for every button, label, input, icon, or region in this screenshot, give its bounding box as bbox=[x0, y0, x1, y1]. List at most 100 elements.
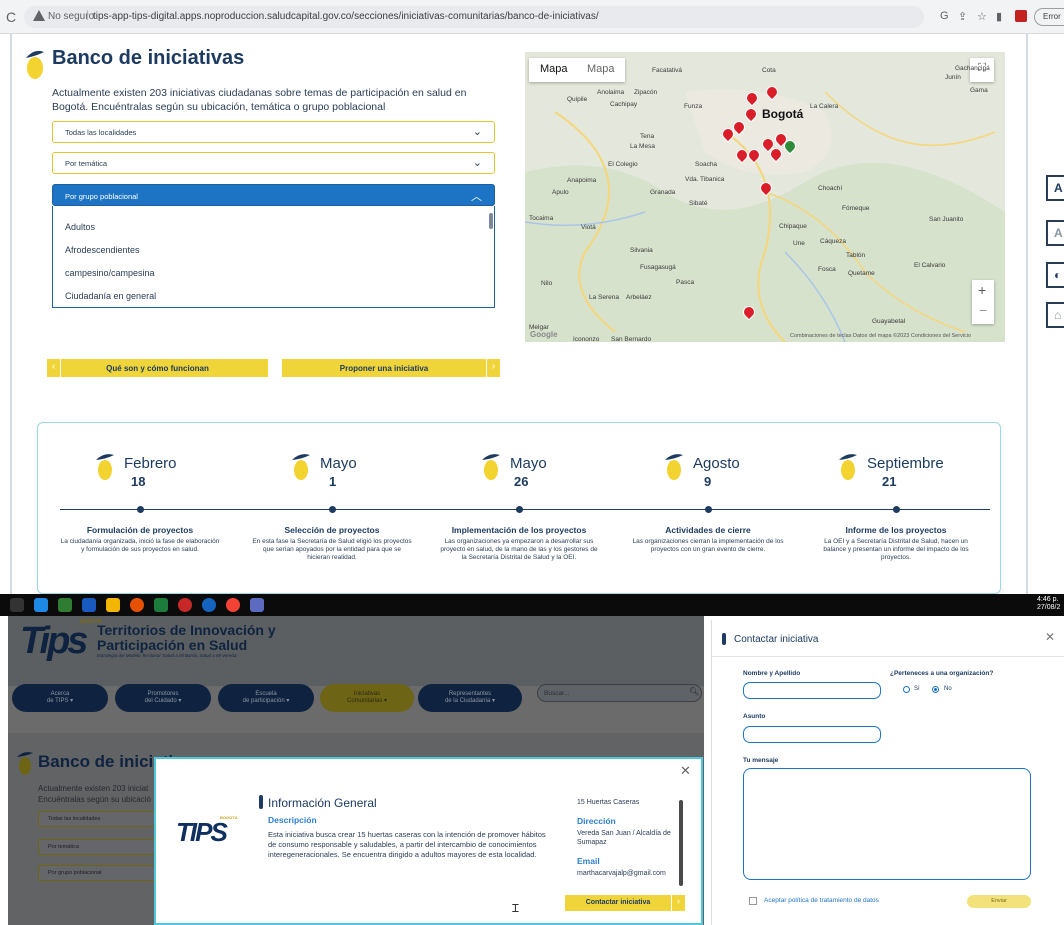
privacy-checkbox[interactable] bbox=[749, 897, 757, 905]
app-icon[interactable] bbox=[34, 598, 48, 612]
localidades-select[interactable]: Todas las localidades ⌄ bbox=[52, 121, 495, 143]
start-icon[interactable] bbox=[10, 598, 24, 612]
map-place-label: Cachipay bbox=[610, 101, 638, 108]
timeline-day: 18 bbox=[131, 474, 146, 489]
site-brand: Territorios de Innovación y Participació… bbox=[97, 622, 276, 653]
site-search-input[interactable]: Buscar... bbox=[537, 684, 702, 702]
subject-field[interactable] bbox=[743, 726, 881, 743]
app-icon[interactable] bbox=[202, 598, 216, 612]
font-decrease-icon[interactable]: A bbox=[1046, 220, 1064, 246]
radio-yes[interactable] bbox=[903, 686, 910, 693]
folder-icon[interactable] bbox=[106, 598, 120, 612]
map-tab-satelite[interactable]: Mapa bbox=[587, 63, 615, 75]
app-icon[interactable] bbox=[58, 598, 72, 612]
google-icon[interactable]: G bbox=[940, 10, 949, 22]
map-place-label: Gachancipá bbox=[955, 65, 990, 72]
nav-line: Iniciativas bbox=[353, 691, 381, 697]
nav-line: del Cuidado ▾ bbox=[144, 698, 182, 704]
dropdown-scrollbar[interactable] bbox=[489, 213, 493, 229]
map-place-label: Viotá bbox=[581, 224, 596, 231]
accessibility-icon[interactable]: ⌂ bbox=[1046, 302, 1064, 328]
nav-promotores[interactable]: Promotores del Cuidado ▾ bbox=[115, 684, 211, 712]
site-filter[interactable]: Por temática bbox=[38, 839, 156, 855]
initiative-name: 15 Huertas Caseras bbox=[577, 799, 640, 806]
timeline-dot bbox=[516, 506, 523, 513]
email-text[interactable]: marthacarvajalp@gmail.com bbox=[577, 870, 666, 877]
timeline-title: Formulación de proyectos bbox=[86, 525, 194, 535]
dropdown-option[interactable]: campesino/campesina bbox=[65, 268, 155, 278]
error-badge[interactable]: Error bbox=[1034, 8, 1064, 26]
title-marker bbox=[722, 633, 726, 645]
teams-icon[interactable] bbox=[250, 598, 264, 612]
dropdown-option[interactable]: Adultos bbox=[65, 222, 95, 232]
map-place-label: Tablón bbox=[846, 252, 866, 259]
font-increase-icon[interactable]: A bbox=[1046, 175, 1064, 201]
tematica-select[interactable]: Por temática ⌄ bbox=[52, 152, 495, 174]
send-button[interactable]: Enviar bbox=[967, 895, 1031, 908]
clock-date: 27/08/2 bbox=[1037, 604, 1061, 611]
timeline-title: Selección de proyectos bbox=[284, 525, 380, 535]
nav-line: Escuela bbox=[255, 691, 277, 697]
chrome-icon[interactable] bbox=[226, 598, 240, 612]
app-icon[interactable] bbox=[178, 598, 192, 612]
sidepanel-icon[interactable]: ▮ bbox=[996, 10, 1002, 23]
intro-line: Actualmente existen 203 iniciat bbox=[38, 784, 149, 793]
reload-icon[interactable]: C bbox=[6, 9, 16, 25]
timeline-dot bbox=[329, 506, 336, 513]
timeline-month: Mayo bbox=[320, 455, 357, 472]
map-place-label: Fómeque bbox=[842, 205, 870, 212]
logo-bogota: BOGOTÁ bbox=[220, 815, 238, 820]
message-field[interactable] bbox=[743, 768, 1031, 880]
site-filter[interactable]: Todas las localidades bbox=[38, 811, 156, 827]
privacy-link[interactable]: Aceptar política de tratamiento de datos bbox=[764, 897, 879, 904]
dropdown-option[interactable]: Afrodescendientes bbox=[65, 245, 140, 255]
map-attribution[interactable]: Combinaciones de teclas Datos del mapa ©… bbox=[790, 333, 971, 339]
leaf-icon bbox=[839, 454, 857, 480]
proponer-button[interactable]: Proponer una iniciativa bbox=[282, 359, 486, 377]
que-son-button[interactable]: Qué son y cómo funcionan bbox=[47, 359, 268, 377]
map-place-label: Facatativá bbox=[652, 67, 682, 74]
modal-scrollbar[interactable] bbox=[679, 800, 683, 886]
nav-line: Representantes bbox=[448, 691, 492, 697]
word-icon[interactable] bbox=[82, 598, 96, 612]
close-icon[interactable]: ✕ bbox=[1045, 630, 1055, 644]
nav-representantes[interactable]: Representantes de la Ciudadanía ▾ bbox=[418, 684, 522, 712]
map-place-label: Zipacón bbox=[634, 89, 658, 96]
contrast-icon[interactable]: ◐ bbox=[1046, 262, 1064, 288]
excel-icon[interactable] bbox=[154, 598, 168, 612]
close-icon[interactable]: ✕ bbox=[680, 763, 691, 779]
desc-text: Esta iniciativa busca crear 15 huertas c… bbox=[268, 830, 546, 859]
map-place-label: Anapoima bbox=[567, 177, 597, 184]
warning-icon bbox=[33, 10, 45, 21]
radio-no[interactable] bbox=[932, 686, 939, 693]
profile-icon[interactable] bbox=[1015, 10, 1027, 22]
map-tab-mapa[interactable]: Mapa bbox=[540, 63, 568, 75]
page-intro: Actualmente existen 203 iniciativas ciud… bbox=[52, 87, 467, 113]
arrow-left-icon[interactable]: ‹ bbox=[47, 359, 61, 377]
contact-initiative-button[interactable]: Contactar iniciativa bbox=[565, 895, 671, 911]
leaf-icon bbox=[482, 454, 500, 480]
map-place-label: El Colegio bbox=[608, 161, 638, 168]
nav-line: Promotores bbox=[147, 691, 179, 697]
zoom-out-icon[interactable]: − bbox=[979, 302, 987, 318]
dropdown-option[interactable]: Ciudadanía en general bbox=[65, 291, 156, 301]
nav-iniciativas[interactable]: Iniciativas Comunitarias ▾ bbox=[320, 684, 414, 712]
site-tagline: Estrategia del Modelo Territorial 'Salud… bbox=[97, 653, 238, 658]
search-icon[interactable]: 🔍︎ bbox=[689, 687, 699, 696]
nav-acerca[interactable]: Acerca de TIPS ▾ bbox=[12, 684, 108, 712]
nav-escuela[interactable]: Escuela de participación ▾ bbox=[218, 684, 314, 712]
arrow-right-icon[interactable]: › bbox=[671, 895, 685, 911]
map-place-label: Junín bbox=[945, 74, 961, 81]
site-filter[interactable]: Por grupo poblacional bbox=[38, 865, 156, 881]
timeline-title: Implementación de los proyectos bbox=[451, 525, 587, 535]
name-field[interactable] bbox=[743, 682, 881, 699]
grupo-poblacional-select[interactable]: Por grupo poblacional ︿ bbox=[52, 184, 495, 206]
divider bbox=[712, 656, 1064, 657]
firefox-icon[interactable] bbox=[130, 598, 144, 612]
star-icon[interactable]: ☆ bbox=[977, 10, 987, 23]
tips-logo[interactable]: Tips bbox=[20, 620, 88, 663]
url-text[interactable]: tips-app-tips-digital.apps.noproduccion.… bbox=[93, 11, 599, 22]
arrow-right-icon[interactable]: › bbox=[486, 359, 500, 377]
zoom-in-icon[interactable]: + bbox=[978, 282, 986, 298]
share-icon[interactable]: ⇪ bbox=[958, 10, 967, 23]
